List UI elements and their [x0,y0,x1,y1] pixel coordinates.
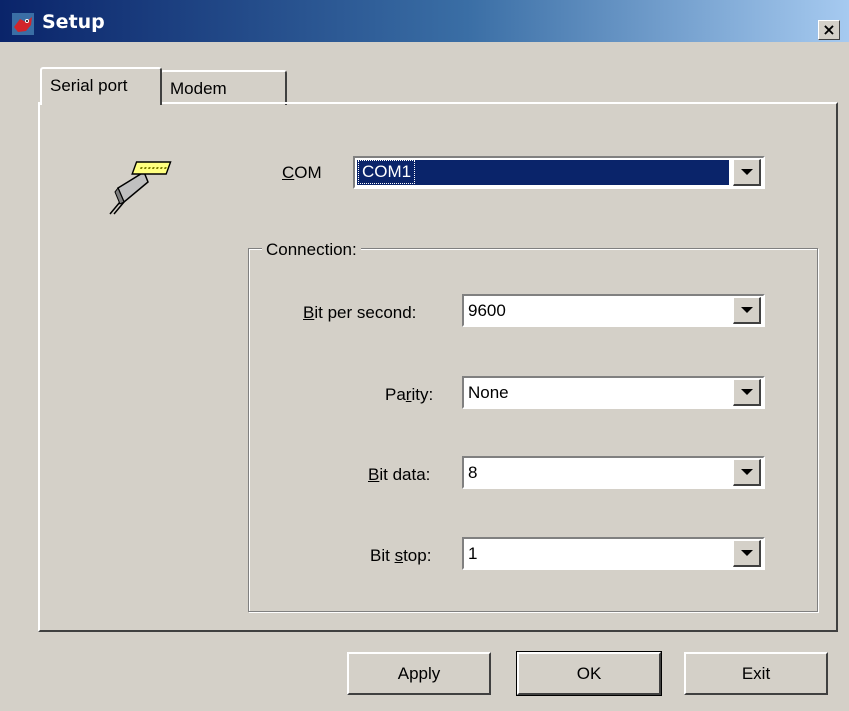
ok-button[interactable]: OK [516,651,662,696]
tab-modem[interactable]: Modem [160,70,287,105]
tab-serial-port-label: Serial port [50,76,128,95]
apply-button[interactable]: Apply [347,652,491,695]
exit-button[interactable]: Exit [684,652,828,695]
app-icon [12,13,34,35]
tab-modem-label: Modem [170,79,227,98]
window-title: Setup [42,11,105,33]
tab-serial-port[interactable]: Serial port [40,67,162,105]
close-button[interactable]: × [818,20,840,40]
tab-panel [38,102,838,632]
title-bar [0,0,849,42]
